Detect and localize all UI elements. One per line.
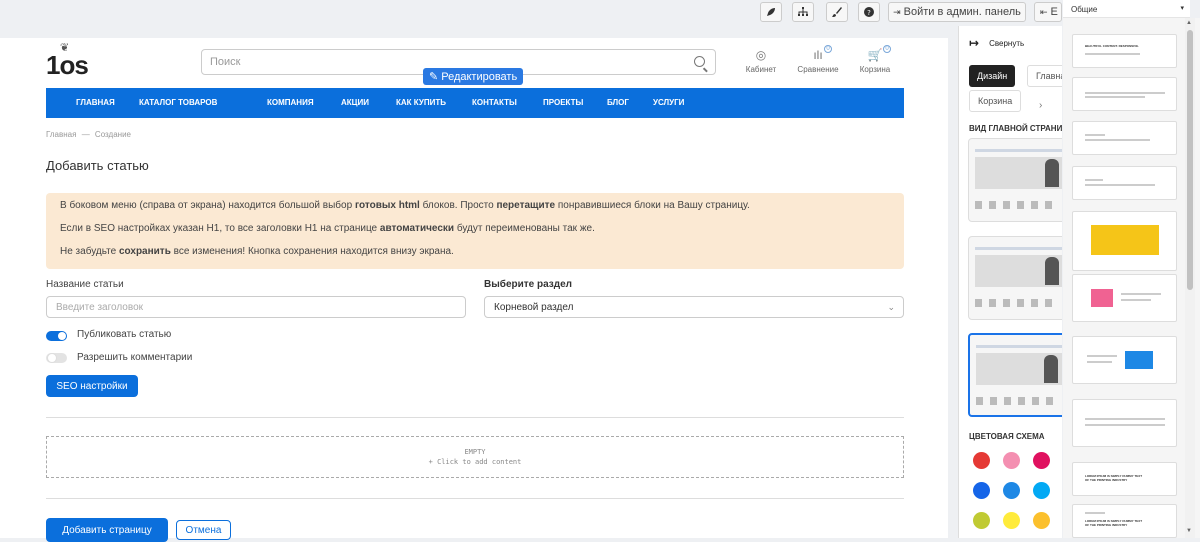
divider [46, 498, 904, 499]
color-swatch[interactable] [1033, 482, 1050, 499]
yellow-image [1091, 225, 1159, 255]
scroll-down-icon[interactable]: ▼ [1186, 528, 1192, 534]
tab-cart[interactable]: Корзина [969, 90, 1022, 112]
edit-button[interactable]: ✎ Редактировать [423, 68, 524, 85]
image-block[interactable] [1072, 211, 1177, 271]
layout-thumbnail-selected[interactable] [968, 333, 1062, 417]
scroll-thumb[interactable] [1187, 30, 1193, 290]
heading-block[interactable]: LOREM IPSUM IS SIMPLY DUMMY TEXT OF THE … [1072, 462, 1177, 496]
breadcrumb-current: Создание [94, 130, 132, 139]
sitemap-icon[interactable] [792, 2, 814, 22]
user-icon: ◎ [755, 48, 767, 62]
divider [46, 417, 904, 418]
breadcrumb: Главная — Создание [46, 130, 132, 139]
html-block[interactable]: BEAUTIFUL CONTENT. RESPONSIVE. [1072, 34, 1177, 68]
blocks-scrollbar[interactable]: ▲ ▼ [1185, 18, 1195, 538]
text-image-block[interactable] [1072, 336, 1177, 384]
cart-link[interactable]: 🛒 0 Корзина [847, 45, 903, 74]
rocket-icon[interactable] [760, 2, 782, 22]
color-swatch[interactable] [973, 512, 990, 529]
chevron-down-icon: ⌄ [887, 302, 895, 312]
article-name-label: Название статьи [46, 279, 124, 290]
image-text-block[interactable] [1072, 274, 1177, 322]
breadcrumb-home[interactable]: Главная [46, 130, 76, 139]
tab-main[interactable]: Главна [1027, 65, 1062, 87]
brush-icon[interactable] [826, 2, 848, 22]
seo-settings-button[interactable]: SEO настройки [46, 375, 138, 397]
heading-block[interactable]: LOREM IPSUM IS SIMPLY DUMMY TEXT OF THE … [1072, 504, 1177, 538]
color-swatch[interactable] [1003, 482, 1020, 499]
html-block[interactable] [1072, 121, 1177, 155]
blue-image [1125, 351, 1153, 369]
layout-thumbnail[interactable] [968, 138, 1062, 222]
nav-item-contacts[interactable]: КОНТАКТЫ [472, 98, 517, 107]
main-view-heading: ВИД ГЛАВНОЙ СТРАНИ [969, 124, 1062, 133]
page-title: Добавить статью [46, 158, 149, 173]
nav-item-home[interactable]: ГЛАВНАЯ [76, 98, 115, 107]
comments-toggle[interactable] [46, 353, 67, 363]
nav-item-blog[interactable]: БЛОГ [607, 98, 629, 107]
color-swatch[interactable] [1033, 512, 1050, 529]
html-block[interactable] [1072, 77, 1177, 111]
blocks-panel: BEAUTIFUL CONTENT. RESPONSIVE. LOREM IPS… [1063, 18, 1200, 538]
nav-item-company[interactable]: КОМПАНИЯ [267, 98, 314, 107]
article-name-input[interactable]: Введите заголовок [46, 296, 466, 318]
design-side-panel: ↦ Свернуть Дизайн Главна Корзина › ВИД Г… [958, 26, 1062, 538]
info-notice: В боковом меню (справа от экрана) находи… [46, 193, 904, 269]
layout-thumbnail[interactable] [968, 236, 1062, 320]
comments-label: Разрешить комментарии [77, 352, 193, 363]
cancel-button[interactable]: Отмена [176, 520, 231, 540]
notice-line-3: Не забудьте сохранить все изменения! Кно… [60, 246, 454, 257]
exit-icon: ⇤ [1040, 6, 1048, 17]
notice-line-2: Если в SEO настройках указан H1, то все … [60, 223, 595, 234]
exit-button[interactable]: ⇤ Е [1034, 2, 1062, 22]
nav-item-sales[interactable]: АКЦИИ [341, 98, 369, 107]
color-swatch[interactable] [1003, 512, 1020, 529]
chart-bars-icon: ılı 0 [790, 45, 846, 62]
caret-down-icon: ▾ [1180, 5, 1184, 12]
admin-login-button[interactable]: ⇥ Войти в админ. панель [888, 2, 1026, 22]
blocks-category-select[interactable]: Общие ▾ [1063, 0, 1190, 18]
site-page: ❦ 1os Поиск ◎ Кабинет ılı 0 Сравнение 🛒 0 … [0, 38, 948, 542]
pink-image [1091, 289, 1113, 307]
nav-item-services[interactable]: УСЛУГИ [653, 98, 684, 107]
publish-toggle[interactable] [46, 331, 67, 341]
scroll-up-icon[interactable]: ▲ [1186, 20, 1192, 26]
nav-item-how-to-buy[interactable]: КАК КУПИТЬ [396, 98, 446, 107]
cart-icon: 🛒 0 [847, 45, 903, 62]
color-swatch[interactable] [973, 482, 990, 499]
notice-line-1: В боковом меню (справа от экрана) находи… [60, 200, 750, 211]
section-label: Выберите раздел [484, 279, 573, 290]
cart-count: 0 [883, 45, 891, 53]
svg-text:?: ? [867, 9, 871, 17]
html-block[interactable] [1072, 399, 1177, 447]
edit-icon: ✎ [429, 71, 439, 83]
compare-link[interactable]: ılı 0 Сравнение [790, 45, 846, 74]
site-logo[interactable]: ❦ 1os [46, 42, 89, 81]
color-scheme-heading: ЦВЕТОВАЯ СХЕМА [969, 432, 1045, 441]
collapse-button[interactable]: ↦ Свернуть [969, 36, 1024, 50]
search-icon[interactable] [694, 56, 705, 67]
login-icon: ⇥ [893, 6, 901, 17]
color-swatch[interactable] [1003, 452, 1020, 469]
help-icon[interactable]: ? [858, 2, 880, 22]
compare-count: 0 [824, 45, 832, 53]
section-select[interactable]: Корневой раздел ⌄ [484, 296, 904, 318]
top-toolbar: ? ⇥ Войти в админ. панель ⇤ Е [0, 0, 1062, 22]
add-page-button[interactable]: Добавить страницу [46, 518, 168, 542]
html-block[interactable] [1072, 166, 1177, 200]
nav-item-projects[interactable]: ПРОЕКТЫ [543, 98, 583, 107]
collapse-arrow-icon: ↦ [969, 36, 980, 50]
leaf-icon: ❦ [60, 42, 69, 54]
scroll-right-icon[interactable]: › [1039, 100, 1042, 111]
tab-design[interactable]: Дизайн [969, 65, 1016, 87]
main-nav: ГЛАВНАЯ КАТАЛОГ ТОВАРОВ КОМПАНИЯ АКЦИИ К… [46, 88, 904, 118]
color-swatch[interactable] [973, 452, 990, 469]
empty-content-area[interactable]: EMPTY + Click to add content [46, 436, 904, 478]
color-swatch[interactable] [1033, 452, 1050, 469]
publish-label: Публиковать статью [77, 329, 172, 340]
cabinet-link[interactable]: ◎ Кабинет [733, 48, 789, 74]
nav-item-catalog[interactable]: КАТАЛОГ ТОВАРОВ [139, 98, 217, 107]
